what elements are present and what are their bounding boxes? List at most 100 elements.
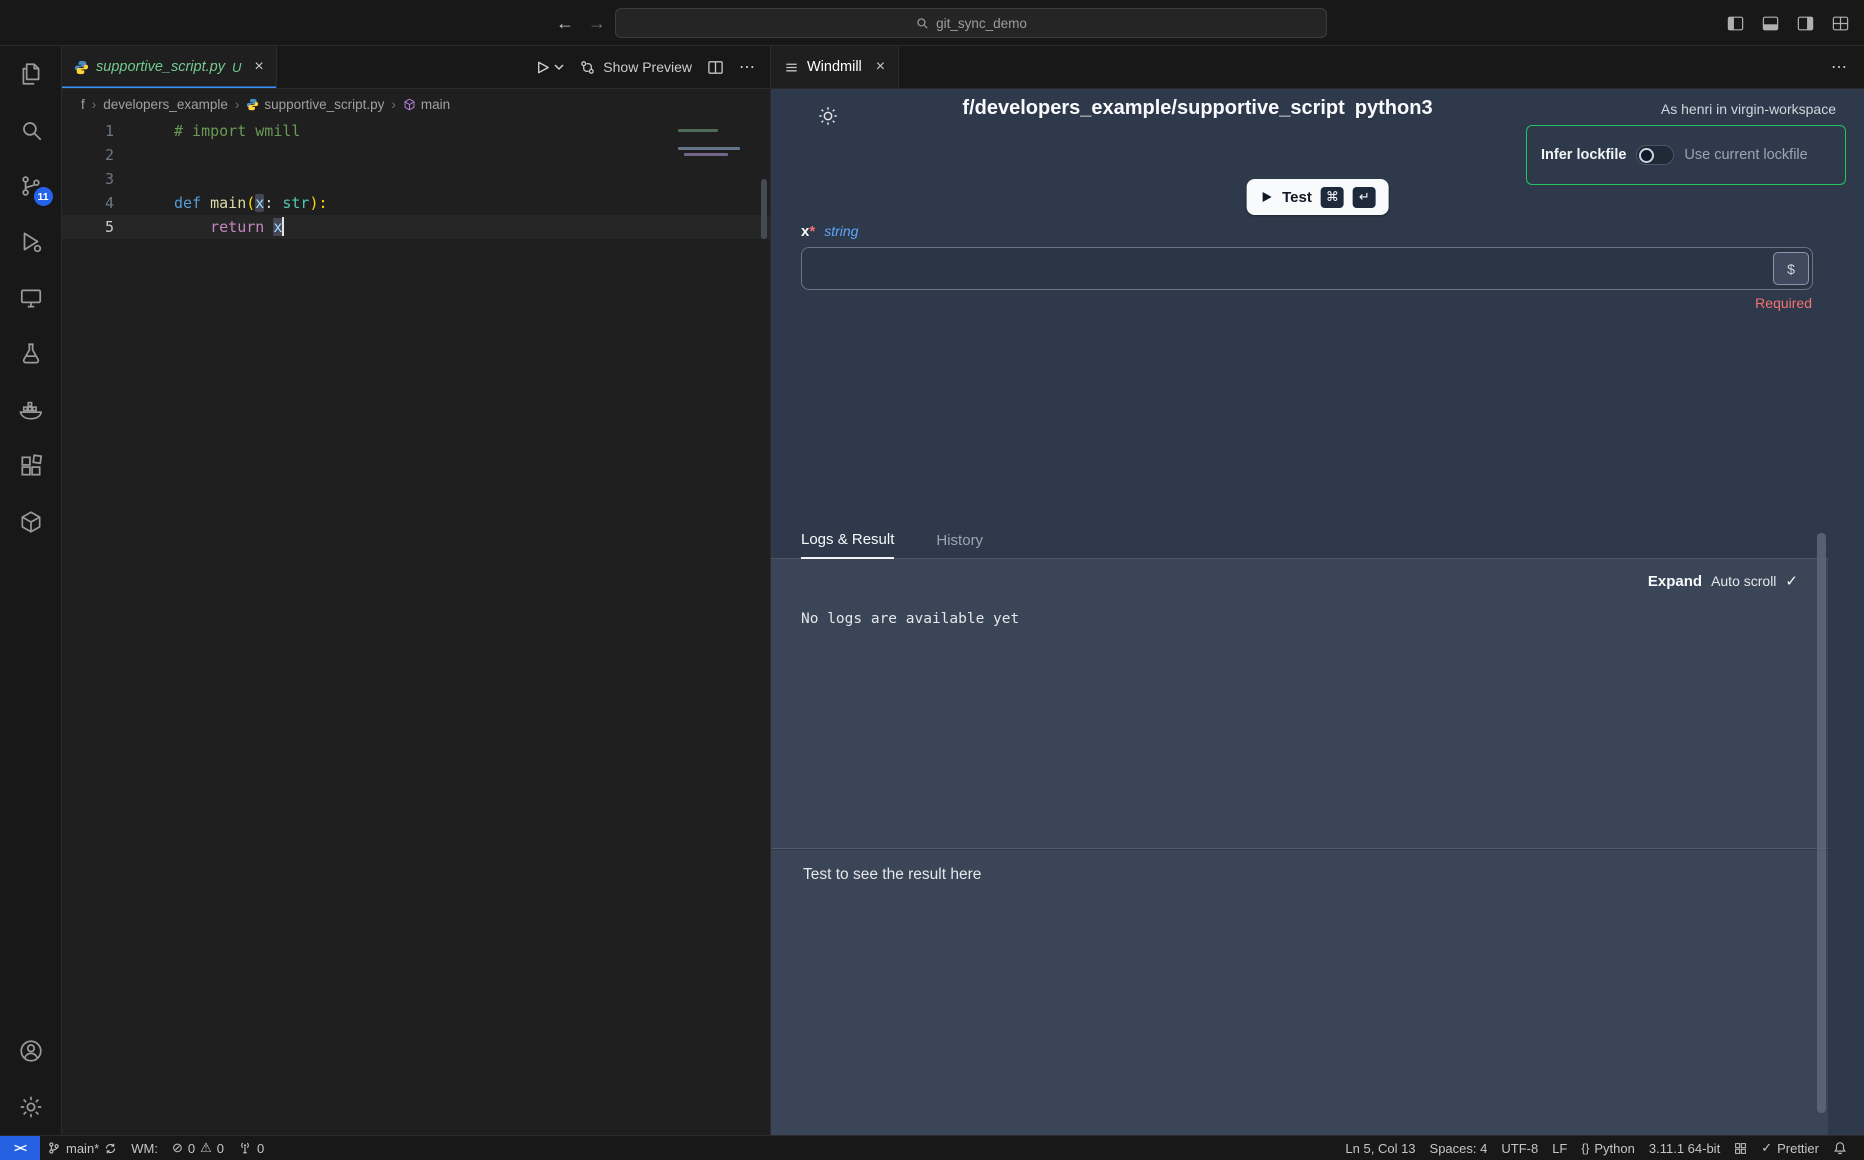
bell-icon (1833, 1141, 1847, 1155)
split-editor-icon[interactable] (707, 59, 724, 76)
command-center-search[interactable]: git_sync_demo (615, 8, 1327, 38)
enter-key-icon: ↵ (1353, 187, 1376, 208)
use-current-lockfile-label: Use current lockfile (1684, 147, 1807, 163)
language-label: Python (1594, 1141, 1634, 1156)
docker-icon[interactable] (0, 382, 62, 438)
forward-button[interactable]: → (583, 9, 611, 37)
code-comment: # import wmill (174, 122, 300, 140)
status-problems[interactable]: ⊘ 0 ⚠ 0 (165, 1136, 231, 1160)
extensions-icon[interactable] (0, 438, 62, 494)
dev-containers-icon[interactable] (0, 494, 62, 550)
sun-icon (817, 105, 839, 127)
variable-picker-button[interactable]: $ (1773, 252, 1809, 285)
breadcrumb-root[interactable]: f (81, 97, 85, 112)
tab-logs-result[interactable]: Logs & Result (801, 531, 894, 559)
argument-type: string (824, 223, 858, 239)
status-prettier[interactable]: ✓ Prettier (1754, 1136, 1826, 1160)
check-icon: ✓ (1785, 572, 1798, 590)
back-button[interactable]: ← (551, 9, 579, 37)
code-line: 3 (62, 167, 770, 191)
status-language[interactable]: {} Python (1574, 1136, 1642, 1160)
code-token-highlighted: x (255, 194, 264, 212)
code-line: 1 # import wmill (62, 119, 770, 143)
logs-panel: Expand Auto scroll ✓ No logs are availab… (771, 559, 1828, 849)
ports-count: 0 (257, 1141, 264, 1156)
code-token: def (174, 194, 210, 212)
testing-flask-icon[interactable] (0, 326, 62, 382)
status-bar-right: Ln 5, Col 13 Spaces: 4 UTF-8 LF {} Pytho… (1338, 1136, 1864, 1160)
tab-close-icon[interactable]: × (876, 59, 885, 75)
errors-count: 0 (188, 1141, 195, 1156)
remote-indicator[interactable]: >< (0, 1136, 40, 1160)
warnings-icon: ⚠ (200, 1140, 212, 1156)
code-line-current: 5 return x (62, 215, 770, 239)
remote-explorer-icon[interactable] (0, 270, 62, 326)
tab-windmill[interactable]: Windmill × (771, 46, 899, 88)
status-notifications[interactable] (1826, 1136, 1854, 1160)
play-icon (1259, 190, 1273, 204)
auto-scroll-toggle[interactable]: Auto scroll (1711, 573, 1776, 589)
source-control-icon[interactable]: 11 (0, 158, 62, 214)
minimap[interactable] (672, 121, 760, 341)
git-untracked-badge: U (232, 60, 241, 75)
toggle-sidebar-right-icon[interactable] (1796, 14, 1815, 33)
errors-icon: ⊘ (172, 1140, 183, 1156)
git-branch-icon (47, 1141, 61, 1155)
tab-history[interactable]: History (936, 532, 983, 558)
status-indentation[interactable]: Spaces: 4 (1423, 1136, 1495, 1160)
status-python-version[interactable]: 3.11.1 64-bit (1642, 1136, 1727, 1160)
result-panel: Test to see the result here (771, 850, 1828, 1135)
run-python-button[interactable] (534, 59, 564, 76)
run-debug-icon[interactable] (0, 214, 62, 270)
argument-x-input[interactable] (801, 247, 1813, 290)
minimap-line (684, 153, 728, 156)
tab-close-icon[interactable]: × (254, 59, 263, 75)
code-editor[interactable]: 1 # import wmill 2 3 4 def main(x: str):… (62, 119, 770, 1135)
status-branch[interactable]: main* (40, 1136, 124, 1160)
show-preview-button[interactable]: Show Preview (579, 59, 692, 76)
status-eol[interactable]: LF (1545, 1136, 1574, 1160)
line-number: 4 (62, 191, 114, 215)
breadcrumb-folder[interactable]: developers_example (103, 97, 228, 112)
layout-controls (1726, 0, 1850, 46)
expand-button[interactable]: Expand (1648, 573, 1702, 590)
breadcrumb-separator: › (92, 97, 97, 112)
status-ports[interactable]: 0 (231, 1136, 271, 1160)
status-encoding[interactable]: UTF-8 (1494, 1136, 1545, 1160)
settings-gear-icon[interactable] (0, 1079, 62, 1135)
toggle-sidebar-left-icon[interactable] (1726, 14, 1745, 33)
status-windmill[interactable]: WM: (124, 1136, 165, 1160)
symbol-method-icon (403, 98, 416, 111)
explorer-icon[interactable] (0, 46, 62, 102)
required-message: Required (1755, 295, 1812, 311)
windmill-more-actions: ⋯ (1831, 46, 1864, 88)
no-logs-message: No logs are available yet (801, 611, 1019, 627)
toggle-panel-bottom-icon[interactable] (1761, 14, 1780, 33)
minimap-line (678, 129, 718, 132)
line-number: 2 (62, 143, 114, 167)
infer-lockfile-toggle[interactable] (1636, 145, 1674, 165)
breadcrumb-file[interactable]: supportive_script.py (246, 97, 384, 112)
lockfile-options-box: Infer lockfile Use current lockfile (1526, 125, 1846, 185)
customize-layout-icon[interactable] (1831, 14, 1850, 33)
editor-more-actions-icon[interactable]: ⋯ (739, 57, 756, 77)
breadcrumb-symbol[interactable]: main (403, 97, 450, 112)
status-extension[interactable] (1727, 1136, 1754, 1160)
breadcrumb-separator: › (391, 97, 396, 112)
tab-supportive-script[interactable]: supportive_script.py U × (62, 46, 277, 88)
more-actions-icon[interactable]: ⋯ (1831, 57, 1848, 77)
test-button[interactable]: Test ⌘ ↵ (1246, 179, 1389, 215)
search-view-icon[interactable] (0, 102, 62, 158)
theme-toggle-button[interactable] (817, 105, 839, 132)
status-cursor-position[interactable]: Ln 5, Col 13 (1338, 1136, 1422, 1160)
language-status-icon: {} (1581, 1141, 1589, 1155)
editor-scrollbar[interactable] (761, 179, 767, 239)
show-preview-label: Show Preview (603, 59, 692, 75)
windmill-scrollbar[interactable] (1817, 533, 1826, 1113)
breadcrumb-separator: › (235, 97, 240, 112)
editor-group: supportive_script.py U × Show Preview ⋯ … (62, 46, 770, 1135)
minimap-line (678, 147, 740, 150)
account-icon[interactable] (0, 1023, 62, 1079)
line-number: 5 (62, 215, 114, 239)
code-token: : (264, 194, 282, 212)
